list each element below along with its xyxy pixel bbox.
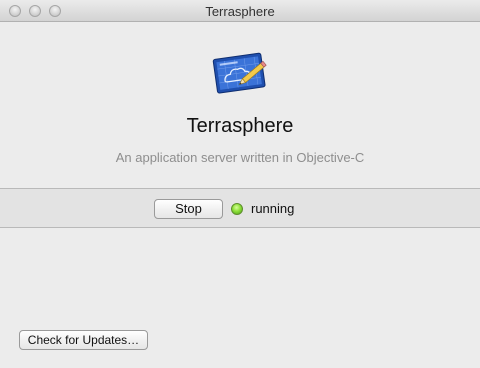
server-status-panel: Stop running — [0, 188, 480, 228]
check-for-updates-button[interactable]: Check for Updates… — [19, 330, 148, 350]
blueprint-pencil-icon — [212, 52, 267, 94]
status-indicator-icon — [231, 203, 243, 215]
title-bar[interactable]: Terrasphere — [0, 0, 480, 22]
stop-server-button[interactable]: Stop — [154, 199, 223, 219]
app-window: Terrasphere Terrasphere An application s… — [0, 0, 480, 368]
app-name: Terrasphere — [186, 115, 294, 137]
window-title: Terrasphere — [205, 4, 275, 19]
app-description: An application server written in Objecti… — [115, 150, 365, 165]
server-status-text: running — [251, 201, 295, 216]
